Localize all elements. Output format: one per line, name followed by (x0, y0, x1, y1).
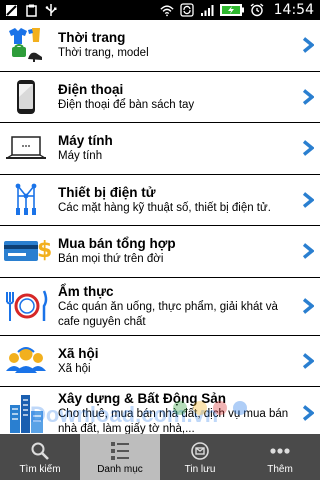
battery-charging-icon (219, 3, 244, 17)
tab-search[interactable]: Tìm kiếm (0, 434, 80, 480)
category-title: Mua bán tổng hợp (58, 236, 176, 252)
category-title: Điện thoại (58, 81, 124, 97)
category-subtitle: Thời trang, model (58, 47, 149, 60)
people-icon (0, 336, 52, 387)
circuit-icon (0, 175, 52, 226)
laptop-icon (0, 123, 52, 174)
clipboard-icon (24, 3, 38, 17)
category-item-food[interactable]: Ẩm thực Các quán ăn uống, thực phẩm, giả… (0, 278, 320, 336)
chevron-right-icon (296, 278, 320, 335)
category-item-real-estate[interactable]: Xây dựng & Bất Động Sản Cho thuê, mua bá… (0, 387, 320, 434)
chevron-right-icon (296, 72, 320, 123)
category-subtitle: Điện thoại để bàn sách tay (58, 98, 195, 111)
usb-icon (44, 3, 58, 17)
category-item-computer[interactable]: Máy tính Máy tính (0, 123, 320, 175)
category-item-phone[interactable]: Điện thoại Điện thoại để bàn sách tay (0, 72, 320, 123)
status-bar: 14:54 (0, 0, 320, 20)
chevron-right-icon (296, 123, 320, 174)
buildings-icon (0, 387, 52, 434)
wifi-icon (160, 3, 174, 17)
grid-list-icon (109, 441, 131, 461)
alarm-icon (250, 3, 264, 17)
tab-saved[interactable]: Tin lưu (160, 434, 240, 480)
category-item-general-trade[interactable]: $ Mua bán tổng hợp Bán mọi thứ trên đời (0, 226, 320, 278)
category-title: Thời trang (58, 30, 126, 46)
category-subtitle: Cho thuê, mua bán nhà đất, dịch vụ mua b… (58, 407, 289, 435)
chevron-right-icon (296, 336, 320, 387)
category-subtitle: Xã hội (58, 362, 91, 375)
dota-icon (4, 3, 18, 17)
status-time: 14:54 (273, 2, 314, 18)
category-item-society[interactable]: Xã hội Xã hội (0, 336, 320, 387)
tab-label: Danh mục (97, 464, 143, 475)
sync-icon (179, 3, 194, 17)
category-subtitle: Máy tính (58, 150, 103, 163)
category-title: Ẩm thực (58, 283, 114, 299)
dining-icon (0, 278, 52, 335)
tab-label: Thêm (267, 464, 293, 475)
signal-icon (200, 3, 214, 17)
money-card-icon: $ (0, 226, 52, 277)
phone-icon (0, 72, 52, 123)
chevron-right-icon (296, 20, 320, 71)
chevron-right-icon (296, 387, 320, 434)
tab-categories[interactable]: Danh mục (80, 434, 160, 480)
bottom-tab-bar: Tìm kiếm Danh mục Tin lưu Thêm (0, 434, 320, 480)
tab-label: Tin lưu (184, 464, 216, 475)
svg-text:$: $ (37, 238, 51, 263)
category-title: Xây dựng & Bất Động Sản (58, 390, 227, 406)
chevron-right-icon (296, 226, 320, 277)
chevron-right-icon (296, 175, 320, 226)
more-icon (269, 441, 291, 461)
tab-label: Tìm kiếm (19, 464, 61, 475)
category-title: Thiết bị điện tử (58, 184, 156, 200)
tab-more[interactable]: Thêm (240, 434, 320, 480)
saved-icon (189, 441, 211, 461)
category-subtitle: Bán mọi thứ trên đời (58, 253, 164, 266)
category-title: Xã hội (58, 345, 99, 361)
category-subtitle: Các quán ăn uống, thực phẩm, giải khát v… (58, 300, 278, 328)
category-item-fashion[interactable]: Thời trang Thời trang, model (0, 20, 320, 72)
category-item-electronics[interactable]: Thiết bị điện tử Các mặt hàng kỹ thuật s… (0, 175, 320, 226)
search-icon (29, 441, 51, 461)
category-title: Máy tính (58, 133, 113, 149)
category-subtitle: Các mặt hàng kỹ thuật số, thiết bị điện … (58, 201, 271, 214)
clothing-icon (0, 20, 52, 71)
category-list: Thời trang Thời trang, model Điện thoại … (0, 20, 320, 434)
